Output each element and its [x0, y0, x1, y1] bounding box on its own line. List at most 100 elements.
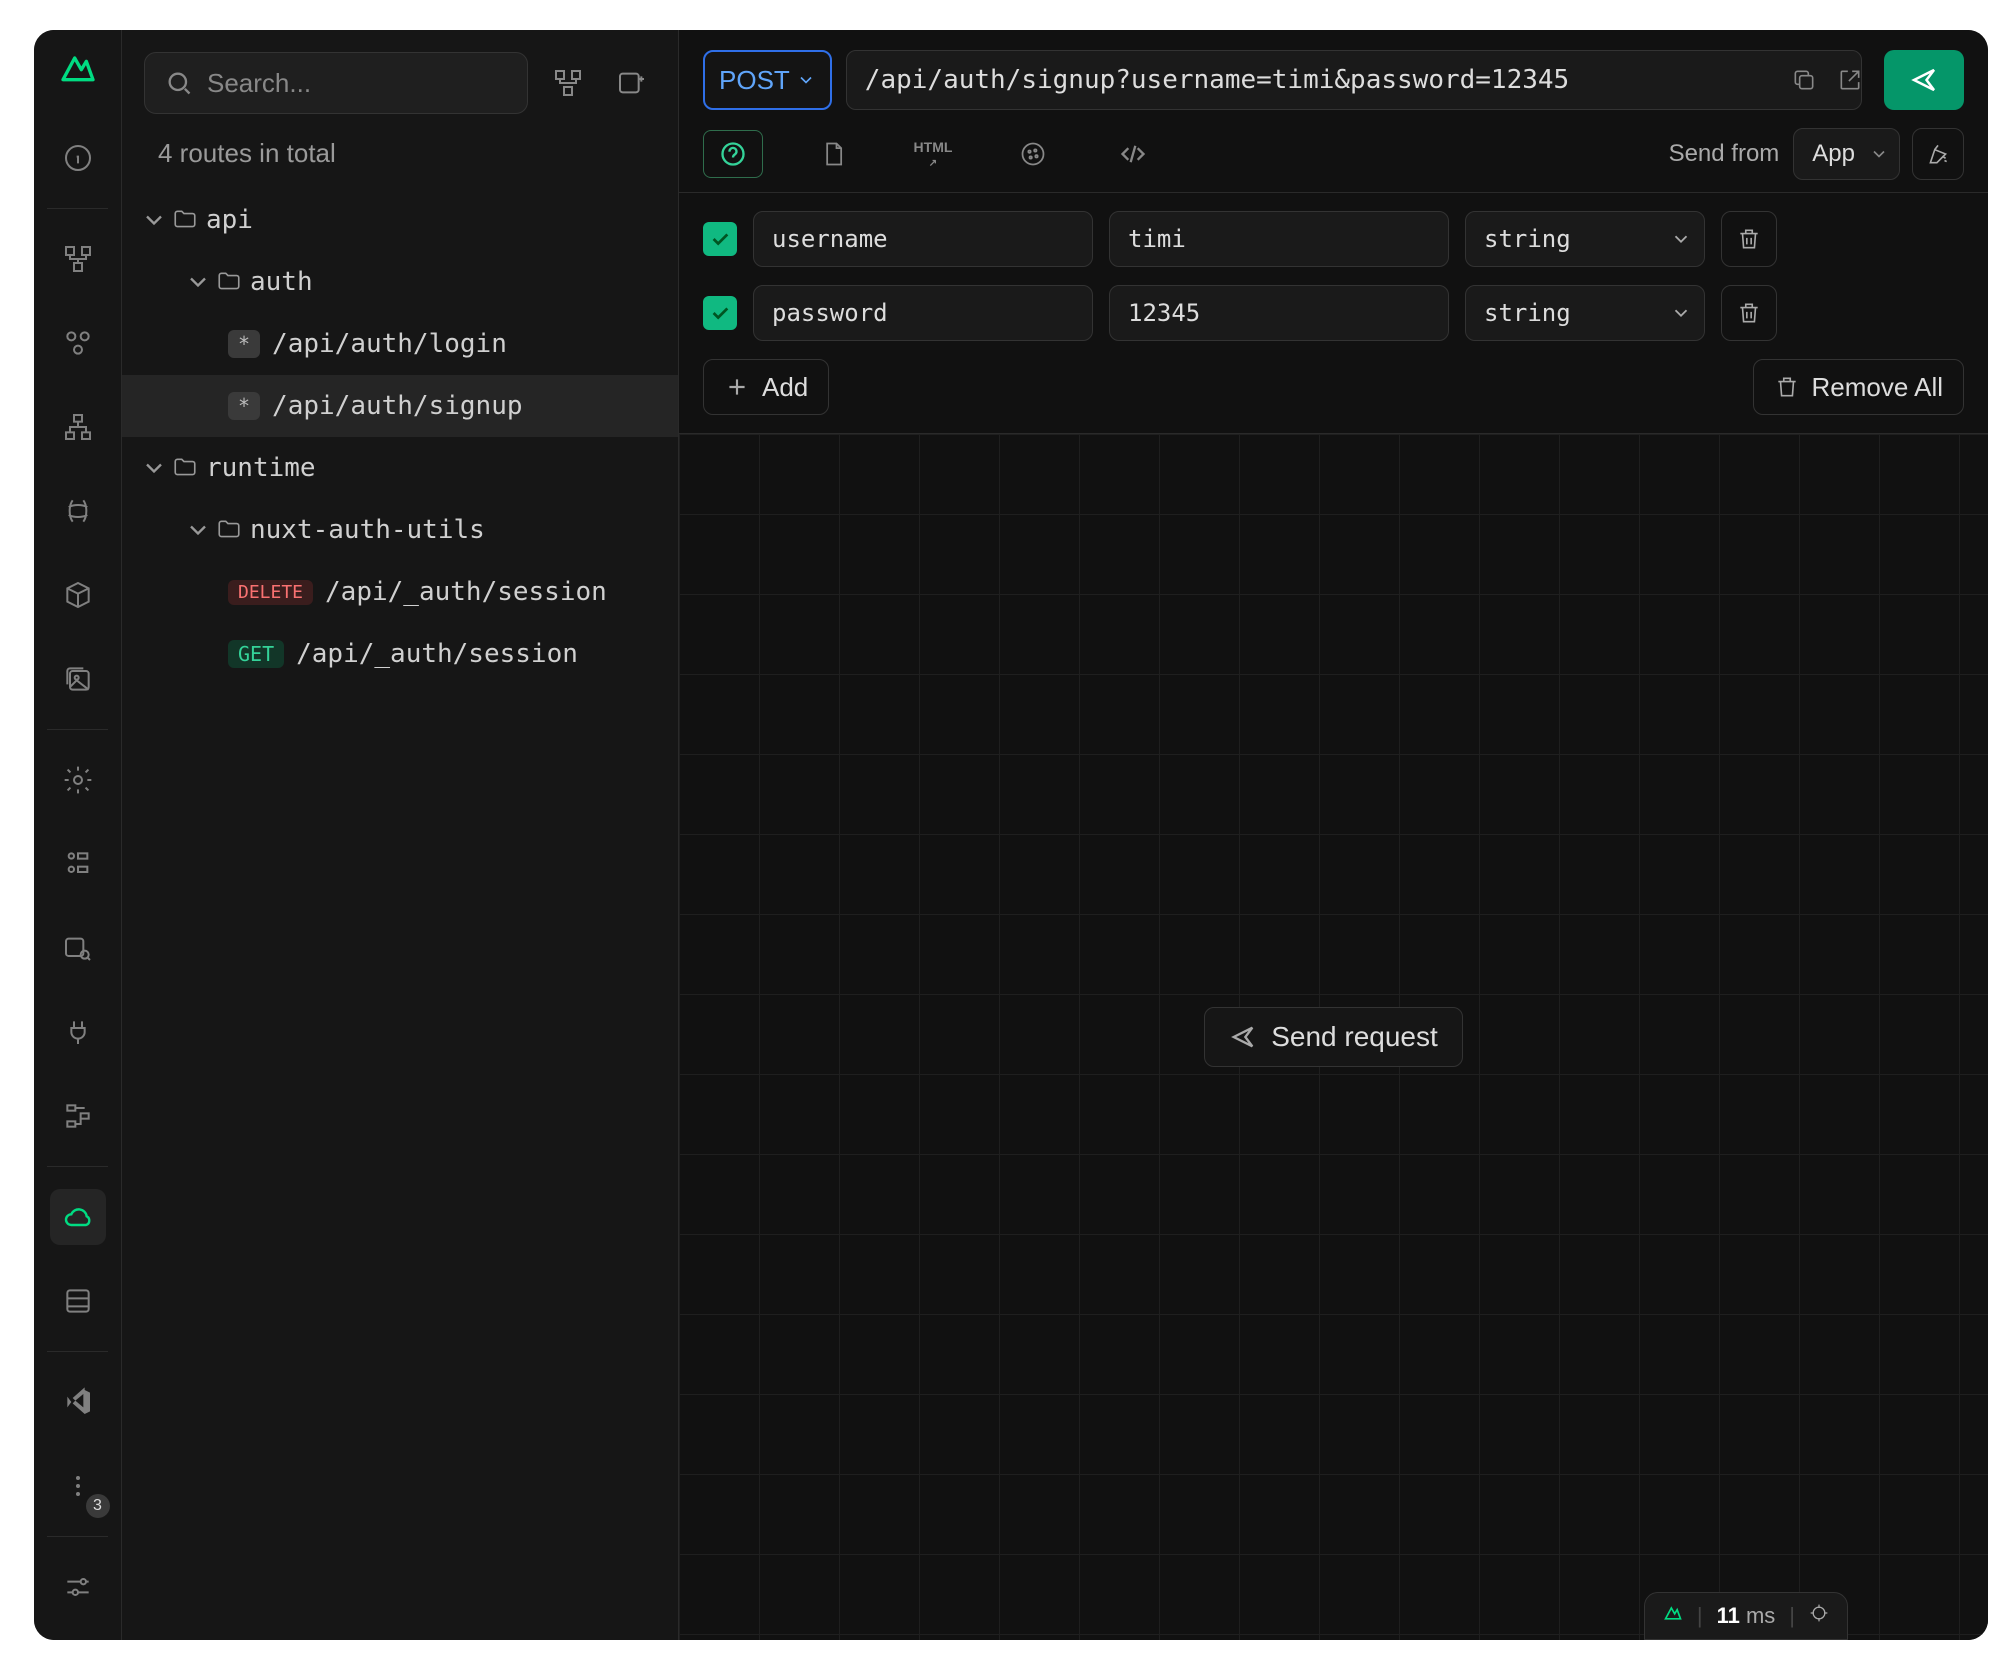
url-input[interactable]: /api/auth/signup?username=timi&password=… [846, 50, 1862, 110]
route-item[interactable]: DELETE /api/_auth/session [122, 561, 678, 623]
request-bar: POST /api/auth/signup?username=timi&pass… [679, 30, 1988, 124]
add-param-button[interactable]: Add [703, 359, 829, 415]
search-input[interactable]: Search... [144, 52, 528, 114]
tab-body[interactable] [803, 130, 863, 178]
tree-folder[interactable]: api [122, 189, 678, 251]
rail-cube-icon[interactable] [50, 567, 106, 623]
request-tabs: HTML↗ Send from App [679, 124, 1988, 193]
rail-separator [47, 1351, 108, 1352]
route-path: /api/_auth/session [296, 639, 578, 669]
rail-info-icon[interactable] [50, 130, 106, 186]
main-panel: POST /api/auth/signup?username=timi&pass… [679, 30, 1988, 1640]
folder-label: api [206, 205, 253, 235]
send-button[interactable] [1884, 50, 1964, 110]
folder-icon [216, 517, 242, 543]
method-badge: GET [228, 640, 284, 668]
collapse-tree-icon[interactable] [544, 59, 592, 107]
param-value-input[interactable]: timi [1109, 211, 1449, 267]
folder-label: runtime [206, 453, 316, 483]
folder-label: auth [250, 267, 313, 297]
chevron-down-icon [184, 268, 212, 296]
rail-plug-icon[interactable] [50, 1004, 106, 1060]
chevron-down-icon [184, 516, 212, 544]
rail-server-icon[interactable] [50, 1088, 106, 1144]
method-badge: * [228, 392, 260, 420]
send-request-label: Send request [1271, 1021, 1438, 1053]
folder-icon [172, 455, 198, 481]
method-badge: DELETE [228, 580, 313, 605]
tree-folder[interactable]: nuxt-auth-utils [122, 499, 678, 561]
send-request-button[interactable]: Send request [1204, 1007, 1463, 1067]
routes-tree: api auth * /api/auth/login * /api/auth/s… [122, 189, 678, 685]
remove-all-button[interactable]: Remove All [1753, 359, 1965, 415]
route-item[interactable]: * /api/auth/login [122, 313, 678, 375]
tree-folder[interactable]: runtime [122, 437, 678, 499]
param-delete-button[interactable] [1721, 285, 1777, 341]
rail-tree-icon[interactable] [50, 231, 106, 287]
response-area: Send request | 11 ms | [679, 434, 1988, 1640]
send-from-select[interactable]: App [1793, 128, 1900, 180]
method-select-value: POST [719, 65, 790, 96]
rail-separator [47, 208, 108, 209]
send-from-label: Send from [1669, 140, 1780, 168]
rail-modules-icon[interactable] [50, 315, 106, 371]
crosshair-icon[interactable] [1809, 1603, 1829, 1629]
route-path: /api/auth/signup [272, 391, 522, 421]
open-external-icon[interactable] [1830, 60, 1870, 100]
rail-sliders-icon[interactable] [50, 1559, 106, 1615]
folder-icon [216, 269, 242, 295]
search-placeholder: Search... [207, 68, 311, 99]
send-icon [1229, 1023, 1257, 1051]
rail-settings-icon[interactable] [50, 752, 106, 808]
tab-html[interactable]: HTML↗ [903, 130, 963, 178]
param-type-select[interactable]: string [1465, 285, 1705, 341]
chevron-down-icon [1670, 228, 1692, 250]
rail-cloud-icon[interactable] [50, 1189, 106, 1245]
rail-vscode-icon[interactable] [50, 1374, 106, 1430]
tree-folder[interactable]: auth [122, 251, 678, 313]
chevron-down-icon [140, 206, 168, 234]
send-from-value: App [1812, 140, 1855, 168]
param-enabled-checkbox[interactable] [703, 222, 737, 256]
param-type-select[interactable]: string [1465, 211, 1705, 267]
tab-cookies[interactable] [1003, 130, 1063, 178]
nav-rail: 3 [34, 30, 122, 1640]
method-select[interactable]: POST [703, 50, 832, 110]
param-key-input[interactable]: password [753, 285, 1093, 341]
param-enabled-checkbox[interactable] [703, 296, 737, 330]
url-value: /api/auth/signup?username=timi&password=… [865, 65, 1569, 95]
route-item[interactable]: GET /api/_auth/session [122, 623, 678, 685]
param-row: username timi string [703, 211, 1964, 267]
trash-icon [1736, 226, 1762, 252]
status-bar[interactable]: | 11 ms | [1644, 1592, 1848, 1640]
plus-icon [724, 374, 750, 400]
tab-params[interactable] [703, 130, 763, 178]
chevron-down-icon [1670, 302, 1692, 324]
clear-response-icon[interactable] [1912, 128, 1964, 180]
rail-separator [47, 729, 108, 730]
route-count-label: 4 routes in total [122, 124, 678, 189]
param-key-input[interactable]: username [753, 211, 1093, 267]
route-path: /api/auth/login [272, 329, 507, 359]
param-value-input[interactable]: 12345 [1109, 285, 1449, 341]
route-item[interactable]: * /api/auth/signup [122, 375, 678, 437]
chevron-down-icon [1869, 144, 1889, 164]
rail-hooks-icon[interactable] [50, 483, 106, 539]
new-request-icon[interactable] [608, 59, 656, 107]
rail-more-icon[interactable]: 3 [50, 1458, 106, 1514]
rail-separator [47, 1536, 108, 1537]
nuxt-logo-icon [1663, 1603, 1683, 1629]
param-delete-button[interactable] [1721, 211, 1777, 267]
rail-database-icon[interactable] [50, 1273, 106, 1329]
folder-label: nuxt-auth-utils [250, 515, 485, 545]
status-timing-unit: ms [1746, 1603, 1775, 1628]
nuxt-logo[interactable] [58, 48, 98, 88]
send-icon [1909, 65, 1939, 95]
rail-inspect-icon[interactable] [50, 920, 106, 976]
tab-code[interactable] [1103, 130, 1163, 178]
rail-separator [47, 1166, 108, 1167]
rail-images-icon[interactable] [50, 651, 106, 707]
copy-url-icon[interactable] [1784, 60, 1824, 100]
rail-network-icon[interactable] [50, 399, 106, 455]
rail-code-icon[interactable] [50, 836, 106, 892]
